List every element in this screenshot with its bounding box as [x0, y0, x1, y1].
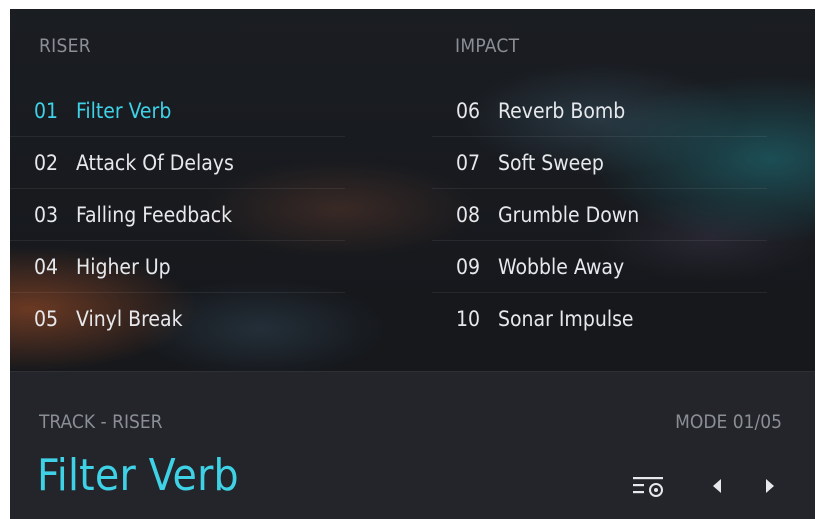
riser-track-list: 01 Filter Verb 02 Attack Of Delays 03 Fa… [10, 85, 345, 345]
track-item-10[interactable]: 10 Sonar Impulse [432, 293, 767, 345]
track-item-01[interactable]: 01 Filter Verb [10, 85, 345, 137]
track-number: 04 [34, 254, 59, 279]
previous-button[interactable] [705, 471, 729, 501]
track-item-04[interactable]: 04 Higher Up [10, 241, 345, 293]
track-name: Soft Sweep [498, 150, 604, 175]
track-item-09[interactable]: 09 Wobble Away [432, 241, 767, 293]
track-number: 07 [456, 150, 481, 175]
mode-indicator: MODE 01/05 [675, 411, 782, 433]
device-screen: RISER IMPACT 01 Filter Verb 02 Attack Of… [10, 9, 815, 519]
track-number: 09 [456, 254, 481, 279]
track-item-06[interactable]: 06 Reverb Bomb [432, 85, 767, 137]
caret-left-icon [713, 479, 721, 493]
view-toggle-button[interactable] [630, 471, 670, 501]
selected-track-title: Filter Verb [37, 450, 239, 501]
track-name: Higher Up [76, 254, 171, 279]
track-name: Reverb Bomb [498, 98, 626, 123]
track-number: 02 [34, 150, 59, 175]
track-name: Grumble Down [498, 202, 640, 227]
track-item-03[interactable]: 03 Falling Feedback [10, 189, 345, 241]
impact-column-header: IMPACT [455, 35, 520, 57]
caret-right-icon [766, 479, 774, 493]
track-number: 06 [456, 98, 481, 123]
track-number: 10 [456, 307, 481, 331]
track-item-05[interactable]: 05 Vinyl Break [10, 293, 345, 345]
track-name: Wobble Away [498, 254, 625, 279]
track-number: 05 [34, 307, 59, 331]
track-name: Vinyl Break [76, 307, 183, 331]
list-view-icon [633, 477, 663, 497]
track-number: 03 [34, 202, 59, 227]
track-category-label: TRACK - RISER [39, 411, 163, 433]
track-name: Attack Of Delays [76, 150, 234, 175]
impact-track-list: 06 Reverb Bomb 07 Soft Sweep 08 Grumble … [432, 85, 767, 345]
footer-panel: TRACK - RISER MODE 01/05 Filter Verb [10, 371, 815, 519]
track-item-07[interactable]: 07 Soft Sweep [432, 137, 767, 189]
track-number: 08 [456, 202, 481, 227]
track-name: Falling Feedback [76, 202, 233, 227]
track-item-02[interactable]: 02 Attack Of Delays [10, 137, 345, 189]
riser-column-header: RISER [39, 35, 91, 57]
next-button[interactable] [758, 471, 782, 501]
track-item-08[interactable]: 08 Grumble Down [432, 189, 767, 241]
track-number: 01 [34, 98, 59, 123]
track-name: Filter Verb [76, 98, 172, 123]
track-name: Sonar Impulse [498, 307, 634, 331]
